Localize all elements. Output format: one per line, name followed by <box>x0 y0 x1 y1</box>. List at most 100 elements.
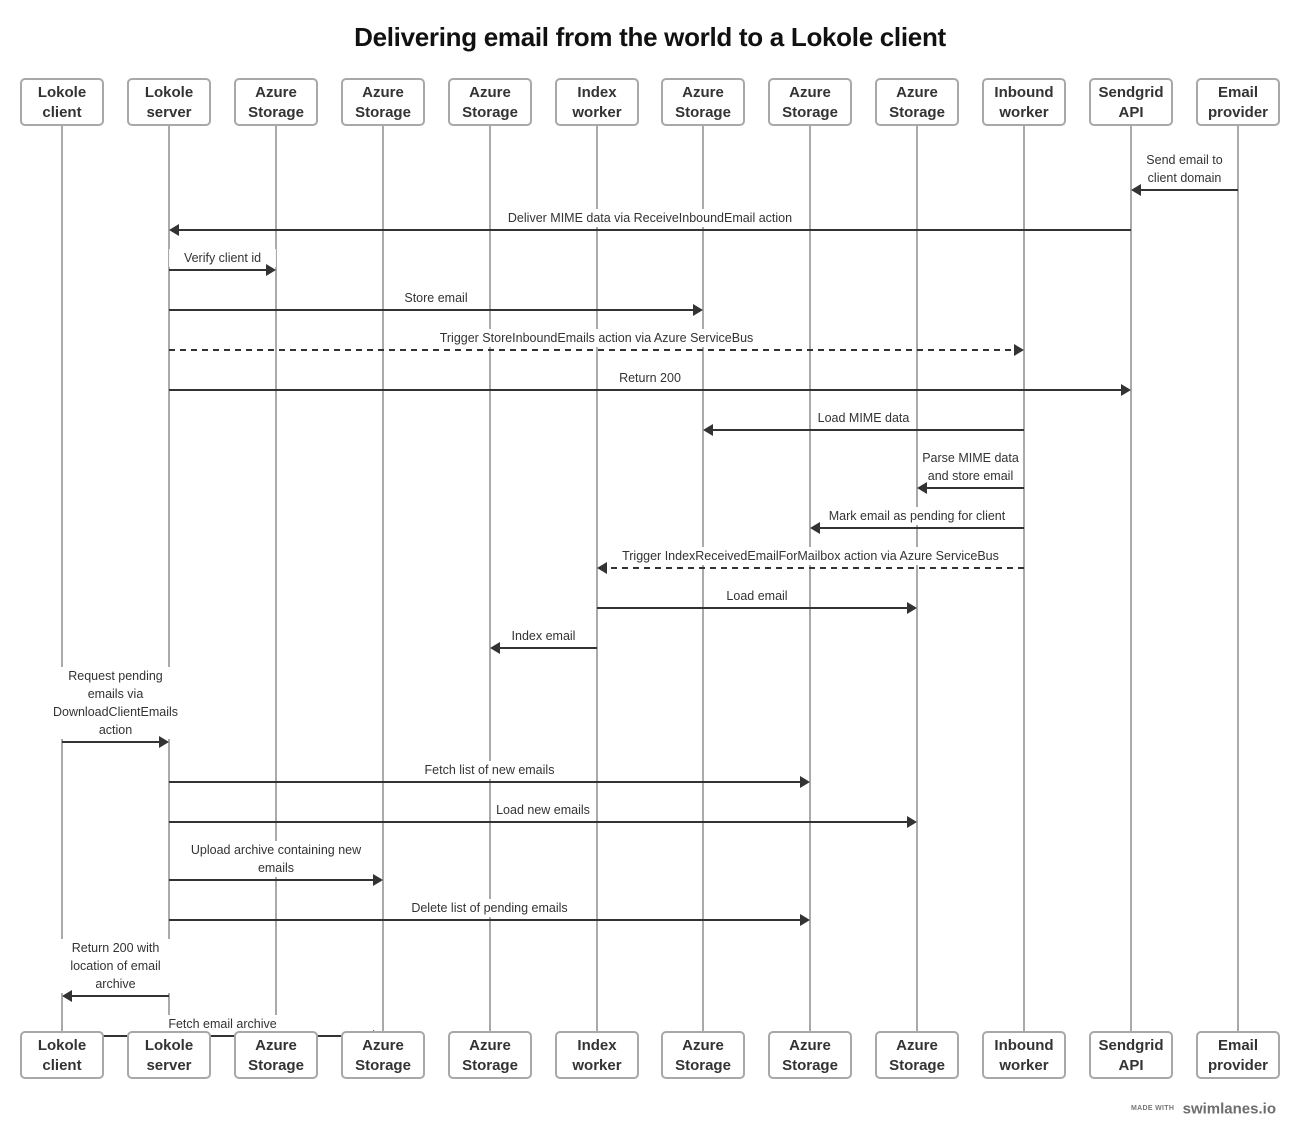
message-label: Store email <box>404 291 467 305</box>
actor-inbound-worker-top[interactable]: Inbound worker <box>982 78 1066 126</box>
message-4: Store email <box>169 289 703 316</box>
actor-label: server <box>146 1057 191 1074</box>
actor-label: Email <box>1218 84 1258 101</box>
message-label: Verify client id <box>184 251 261 265</box>
message-label: location of email <box>70 959 160 973</box>
actor-label: Lokole <box>38 84 86 101</box>
message-label: Trigger IndexReceivedEmailForMailbox act… <box>622 549 999 563</box>
actor-label: Storage <box>782 104 838 121</box>
actor-lokole-client-bottom[interactable]: Lokole client <box>20 1031 104 1079</box>
message-label: Request pending <box>68 669 163 683</box>
message-13: Request pending emails via DownloadClientE… <box>49 667 182 748</box>
actor-label: Azure <box>896 84 938 101</box>
arrowhead-icon <box>1131 184 1141 196</box>
actor-label: Azure <box>789 84 831 101</box>
actor-label: Inbound <box>994 84 1053 101</box>
actor-sendgrid-api-bottom[interactable]: Sendgrid API <box>1089 1031 1173 1079</box>
actor-inbound-worker-bottom[interactable]: Inbound worker <box>982 1031 1066 1079</box>
actor-index-worker-bottom[interactable]: Index worker <box>555 1031 639 1079</box>
actor-label: Storage <box>782 1057 838 1074</box>
actor-label: Email <box>1218 1037 1258 1054</box>
arrowhead-icon <box>597 562 607 574</box>
actor-label: Azure <box>896 1037 938 1054</box>
actor-azure-storage-2-bottom[interactable]: Azure Storage <box>341 1031 425 1079</box>
swimlanes-brand-link[interactable]: swimlanes.io <box>1183 1100 1276 1117</box>
message-label: Parse MIME data <box>922 451 1019 465</box>
actor-sendgrid-api-top[interactable]: Sendgrid API <box>1089 78 1173 126</box>
message-label: emails <box>258 861 294 875</box>
messages: Send email to client domain Deliver MIME d… <box>49 151 1238 1042</box>
actor-label: Azure <box>469 1037 511 1054</box>
actor-lokole-server-top[interactable]: Lokole server <box>127 78 211 126</box>
message-19: Fetch email archive <box>62 1015 383 1042</box>
message-label: Delete list of pending emails <box>411 901 567 915</box>
message-label: Load new emails <box>496 803 590 817</box>
actor-azure-storage-1-bottom[interactable]: Azure Storage <box>234 1031 318 1079</box>
actor-azure-storage-4-top[interactable]: Azure Storage <box>661 78 745 126</box>
actor-label: Lokole <box>145 1037 193 1054</box>
arrowhead-icon <box>693 304 703 316</box>
arrowhead-icon <box>169 224 179 236</box>
actor-azure-storage-5-top[interactable]: Azure Storage <box>768 78 852 126</box>
actor-label: Storage <box>355 104 411 121</box>
made-with-label: MADE WITH <box>1131 1105 1175 1113</box>
actor-azure-storage-6-top[interactable]: Azure Storage <box>875 78 959 126</box>
actor-label: Storage <box>248 104 304 121</box>
message-label: client domain <box>1148 171 1222 185</box>
actor-azure-storage-5-bottom[interactable]: Azure Storage <box>768 1031 852 1079</box>
made-with-badge[interactable]: MADE WITH swimlanes.io <box>1131 1100 1276 1118</box>
message-label: Return 200 <box>619 371 681 385</box>
arrowhead-icon <box>490 642 500 654</box>
message-label: Trigger StoreInboundEmails action via Az… <box>440 331 754 345</box>
arrowhead-icon <box>1014 344 1024 356</box>
actor-label: Sendgrid <box>1098 1037 1163 1054</box>
actor-azure-storage-3-bottom[interactable]: Azure Storage <box>448 1031 532 1079</box>
message-label: archive <box>95 977 135 991</box>
message-label: Mark email as pending for client <box>829 509 1006 523</box>
message-label: Return 200 with <box>72 941 160 955</box>
actor-email-provider-top[interactable]: Email provider <box>1196 78 1280 126</box>
actor-label: Storage <box>355 1057 411 1074</box>
sequence-diagram: Send email to client domain Deliver MIME d… <box>20 78 1280 1079</box>
actor-label: provider <box>1208 1057 1268 1074</box>
actor-azure-storage-4-bottom[interactable]: Azure Storage <box>661 1031 745 1079</box>
actor-email-provider-bottom[interactable]: Email provider <box>1196 1031 1280 1079</box>
arrowhead-icon <box>1121 384 1131 396</box>
actors-top: LokoleclientLokoleserverAzureStorageAzur… <box>20 78 1280 126</box>
message-18: Return 200 with location of email archive <box>58 939 173 1002</box>
arrowhead-icon <box>373 874 383 886</box>
actor-label: API <box>1118 1057 1143 1074</box>
arrowhead-icon <box>800 776 810 788</box>
actor-label: client <box>42 1057 81 1074</box>
actor-label: Azure <box>469 84 511 101</box>
message-2: Deliver MIME data via ReceiveInboundEmai… <box>169 209 1131 236</box>
message-label: Fetch list of new emails <box>425 763 555 777</box>
message-7: Load MIME data <box>703 409 1024 436</box>
message-16: Upload archive containing new emails <box>169 841 383 886</box>
message-3: Verify client id <box>169 249 276 276</box>
message-label: Load MIME data <box>818 411 910 425</box>
message-1: Send email to client domain <box>1131 151 1238 196</box>
message-label: and store email <box>928 469 1013 483</box>
actor-azure-storage-3-top[interactable]: Azure Storage <box>448 78 532 126</box>
actor-azure-storage-1-top[interactable]: Azure Storage <box>234 78 318 126</box>
actor-azure-storage-6-bottom[interactable]: Azure Storage <box>875 1031 959 1079</box>
message-label: action <box>99 723 132 737</box>
actor-azure-storage-2-top[interactable]: Azure Storage <box>341 78 425 126</box>
message-label: Fetch email archive <box>168 1017 276 1031</box>
message-label: Index email <box>512 629 576 643</box>
actor-lokole-server-bottom[interactable]: Lokole server <box>127 1031 211 1079</box>
actor-label: Index <box>577 1037 617 1054</box>
actor-label: Azure <box>682 84 724 101</box>
actor-label: Storage <box>462 1057 518 1074</box>
actor-lokole-client-top[interactable]: Lokole client <box>20 78 104 126</box>
arrowhead-icon <box>907 816 917 828</box>
message-label: Load email <box>726 589 787 603</box>
actor-label: API <box>1118 104 1143 121</box>
actor-label: server <box>146 104 191 121</box>
actors-bottom: LokoleclientLokoleserverAzureStorageAzur… <box>20 1031 1280 1079</box>
actor-label: Lokole <box>38 1037 86 1054</box>
actor-label: Storage <box>889 1057 945 1074</box>
actor-index-worker-top[interactable]: Index worker <box>555 78 639 126</box>
actor-label: Storage <box>248 1057 304 1074</box>
